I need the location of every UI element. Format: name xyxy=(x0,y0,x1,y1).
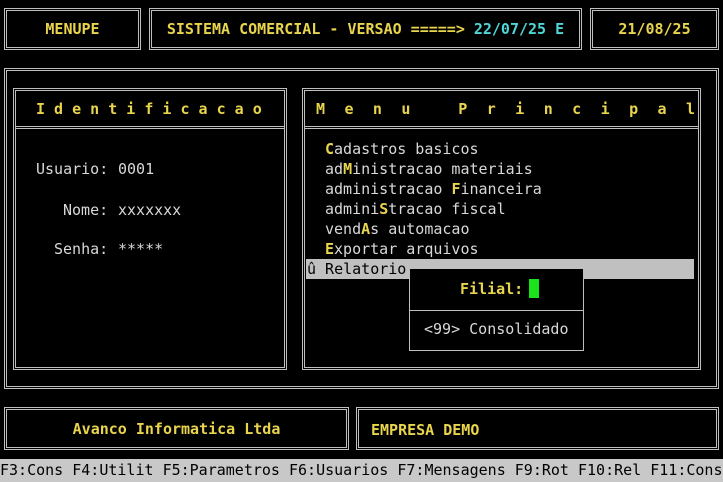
fkey-f7[interactable]: F7:Mensagens xyxy=(397,461,505,479)
filial-option-consolidado[interactable]: <99> Consolidado xyxy=(424,319,569,339)
identification-title-divider xyxy=(16,126,284,132)
fkey-f11[interactable]: F11:Cons xyxy=(650,461,722,479)
menu-item-hotkey: E xyxy=(325,240,335,258)
menu-item-fiscal[interactable]: adminiStracao fiscal xyxy=(325,199,506,219)
main-menu-title-divider xyxy=(305,126,698,132)
main-menu-title: M e n u P r i n c i p a l xyxy=(316,100,701,118)
fkey-f5[interactable]: F5:Parametros xyxy=(163,461,280,479)
menu-item-exportar[interactable]: Exportar arquivos xyxy=(325,239,479,259)
text-cursor[interactable] xyxy=(529,279,540,298)
fkey-f10[interactable]: F10:Rel xyxy=(578,461,641,479)
system-title: SISTEMA COMERCIAL - VERSAO =====> xyxy=(166,20,465,38)
password-value: ***** xyxy=(118,240,164,258)
name-value: xxxxxxx xyxy=(118,201,182,219)
menu-item-hotkey: C xyxy=(325,140,335,158)
menu-item-text: admini xyxy=(325,200,380,218)
current-date: 21/08/25 xyxy=(618,20,691,38)
company-box: Avanco Informatica Ltda xyxy=(4,407,349,450)
menu-item-hotkey: A xyxy=(361,220,371,238)
menu-item-text: vend xyxy=(325,220,362,238)
menu-item-text: ad xyxy=(325,160,344,178)
menu-item-text: inanceira xyxy=(460,180,542,198)
client-box: EMPRESA DEMO xyxy=(356,407,719,450)
name-label: Nome: xyxy=(63,201,109,219)
menu-item-text: adastros basicos xyxy=(334,140,479,158)
fkey-f4[interactable]: F4:Utilit xyxy=(72,461,153,479)
function-key-bar: F3:Cons F4:Utilit F5:Parametros F6:Usuar… xyxy=(0,459,723,482)
menu-item-text: xportar arquivos xyxy=(334,240,479,258)
menu-item-financeira[interactable]: administracao Financeira xyxy=(325,179,542,199)
user-value: 0001 xyxy=(118,160,155,178)
fkey-f6[interactable]: F6:Usuarios xyxy=(289,461,388,479)
fkey-f3[interactable]: F3:Cons xyxy=(0,461,63,479)
program-name-box: MENUPE xyxy=(4,8,141,50)
system-title-box: SISTEMA COMERCIAL - VERSAO =====> 22/07/… xyxy=(149,8,582,50)
menu-item-hotkey: S xyxy=(379,200,389,218)
menu-item-hotkey: M xyxy=(343,160,353,178)
menu-item-relatorio[interactable]: û Relatorio xyxy=(307,259,406,279)
menu-item-cadastros[interactable]: Cadastros basicos xyxy=(325,139,479,159)
menu-item-materiais[interactable]: adMinistracao materiais xyxy=(325,159,533,179)
current-date-box: 21/08/25 xyxy=(590,8,719,50)
company-name: Avanco Informatica Ltda xyxy=(72,419,281,438)
fkey-f9[interactable]: F9:Rot xyxy=(515,461,569,479)
filial-field[interactable]: Filial: xyxy=(460,278,540,300)
filial-label: Filial: xyxy=(460,280,524,298)
version-date: 22/07/25 E xyxy=(473,20,565,38)
menu-item-automacao[interactable]: vendAs automacao xyxy=(325,219,470,239)
menu-item-text: s automacao xyxy=(370,220,470,238)
menu-item-text: inistracao materiais xyxy=(352,160,533,178)
identification-title: I d e n t i f i c a c a o xyxy=(36,100,262,118)
program-name: MENUPE xyxy=(45,20,100,38)
menu-item-text: tracao fiscal xyxy=(388,200,506,218)
filial-popup-divider xyxy=(410,310,583,311)
user-label: Usuario: xyxy=(36,160,109,178)
menu-item-text: administracao xyxy=(325,180,452,198)
client-name: EMPRESA DEMO xyxy=(371,421,480,439)
password-label: Senha: xyxy=(54,240,109,258)
